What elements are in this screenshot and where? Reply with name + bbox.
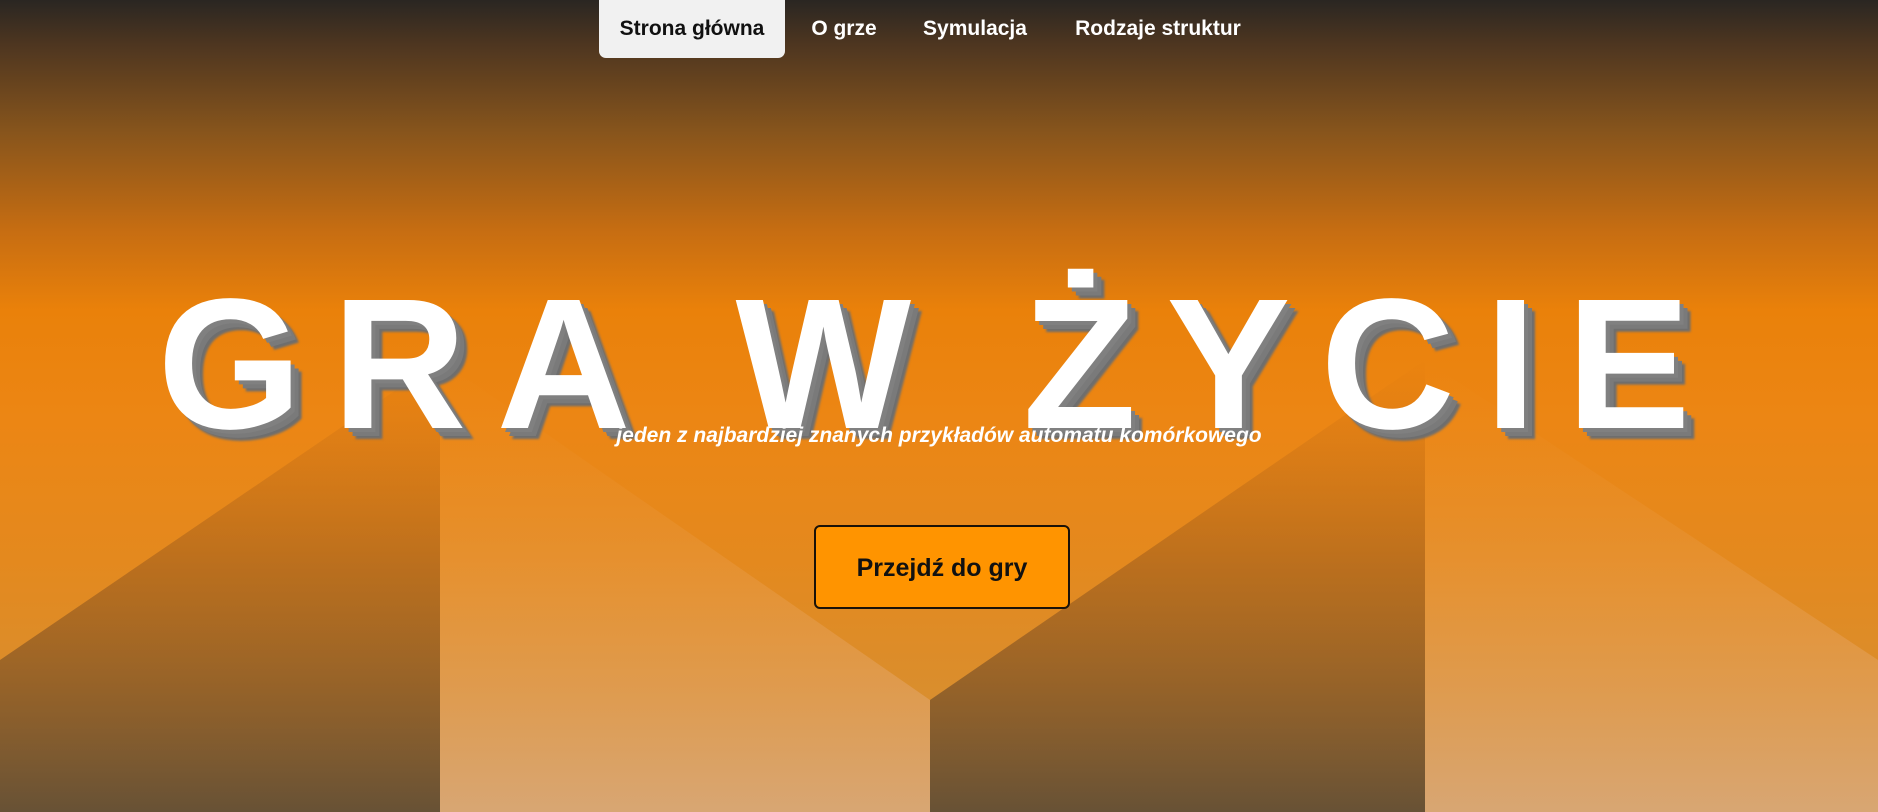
go-to-game-button[interactable]: Przejdź do gry: [814, 525, 1070, 609]
nav-item-simulation[interactable]: Symulacja: [910, 0, 1040, 58]
nav-item-structure-types[interactable]: Rodzaje struktur: [1060, 0, 1256, 58]
main-nav: Strona główna O grze Symulacja Rodzaje s…: [0, 0, 1878, 58]
home-page: Strona główna O grze Symulacja Rodzaje s…: [0, 0, 1878, 812]
hero-tagline: jeden z najbardziej znanych przykładów a…: [616, 424, 1262, 447]
nav-item-home[interactable]: Strona główna: [599, 0, 785, 58]
nav-item-about-game[interactable]: O grze: [794, 0, 894, 58]
